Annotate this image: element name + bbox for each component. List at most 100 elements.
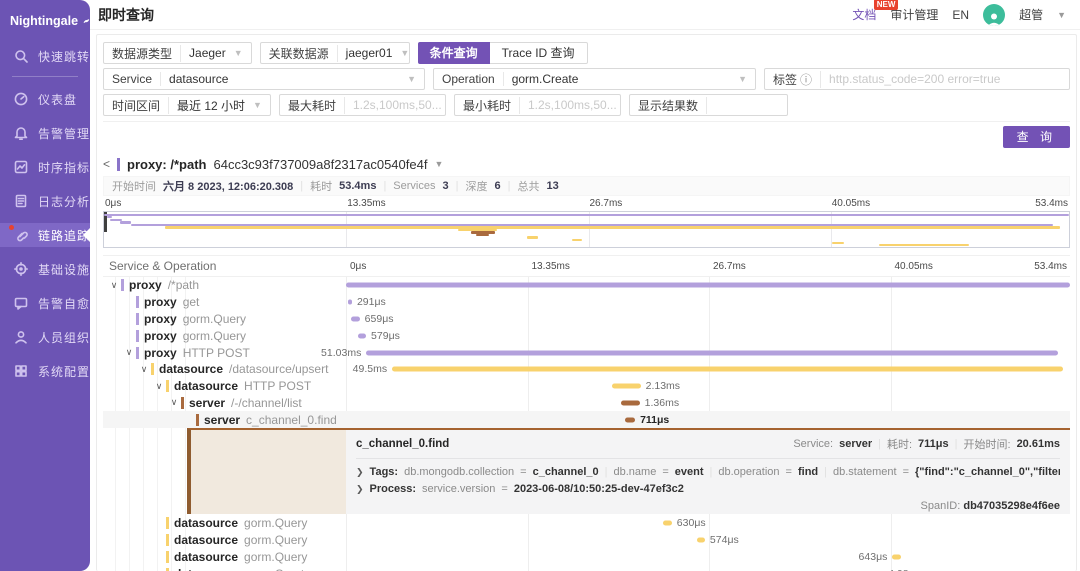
sidebar-item-metric[interactable]: 时序指标 xyxy=(0,155,90,179)
span-duration-bar[interactable] xyxy=(697,537,705,542)
time-range-select[interactable]: 时间区间 最近 12 小时 ▼ xyxy=(103,94,271,116)
sidebar-item-config[interactable]: 系统配置 xyxy=(0,359,90,383)
span-row[interactable]: proxygorm.Query659μs xyxy=(103,311,1070,328)
tag-item: = xyxy=(662,466,668,478)
min-duration-input[interactable]: 最小耗时 1.2s,100ms,50... xyxy=(454,94,621,116)
chevron-down-icon[interactable]: ▼ xyxy=(434,159,443,169)
span-duration-bar[interactable] xyxy=(348,300,352,305)
tree-collapse-icon[interactable]: ∨ xyxy=(137,364,151,375)
span-duration-bar[interactable] xyxy=(625,417,635,422)
result-limit-input[interactable]: 显示结果数 xyxy=(629,94,788,116)
service-color-marker xyxy=(136,296,139,308)
page-title: 即时查询 xyxy=(98,5,154,25)
operation-select[interactable]: Operation gorm.Create ▼ xyxy=(433,68,756,90)
trace-icon xyxy=(13,228,28,243)
chevron-down-icon: ▼ xyxy=(253,100,270,110)
detail-spacer xyxy=(103,428,187,514)
service-select[interactable]: Service datasource ▼ xyxy=(103,68,425,90)
service-color-marker xyxy=(136,347,139,359)
span-duration-label: 643μs xyxy=(859,551,893,563)
span-row[interactable]: datasourcegorm.Create4.98ms xyxy=(103,565,1070,571)
detail-process-row[interactable]: ❯ Process: service.version = 2023-06-08/… xyxy=(356,483,1060,495)
sidebar-item-alert[interactable]: 告警管理 xyxy=(0,121,90,145)
timeline-ticks: 0μs13.35ms26.7ms40.05ms53.4ms xyxy=(346,256,1070,276)
tag-item: c_channel_0 xyxy=(533,466,599,478)
ruler-tick: 13.35ms xyxy=(347,198,385,209)
tag-item: {"find":"c_channel_0","filter":{"account… xyxy=(915,466,1060,478)
tag-input[interactable]: 标签 ⓘ http.status_code=200 error=true xyxy=(764,68,1070,90)
collapse-icon[interactable]: < xyxy=(103,157,110,171)
span-duration-bar[interactable] xyxy=(621,400,639,405)
span-row[interactable]: datasourcegorm.Query630μs xyxy=(103,514,1070,531)
sidebar-item-people[interactable]: 人员组织 xyxy=(0,325,90,349)
filter-bar: 数据源类型 Jaeger ▼ 关联数据源 jaeger01 ▼ 条件查询 Tra… xyxy=(103,35,1070,122)
minimap-span xyxy=(879,244,969,246)
avatar[interactable] xyxy=(983,4,1005,26)
tree-collapse-icon[interactable]: ∨ xyxy=(122,347,136,358)
max-duration-input[interactable]: 最大耗时 1.2s,100ms,50... xyxy=(279,94,446,116)
span-detail-panel: c_channel_0.find Service:server | 耗时:711… xyxy=(103,428,1070,514)
span-duration-label: 2.13ms xyxy=(646,380,680,392)
minimap-span xyxy=(476,234,489,236)
span-row[interactable]: ∨datasourceHTTP POST2.13ms xyxy=(103,378,1070,395)
top-bar: 即时查询 文档 NEW 审计管理 EN 超管 ▼ xyxy=(90,0,1080,30)
tree-collapse-icon[interactable]: ∨ xyxy=(152,381,166,392)
search-icon xyxy=(13,49,28,64)
service-color-marker xyxy=(136,313,139,325)
service-color-marker xyxy=(166,534,169,546)
span-duration-bar[interactable] xyxy=(663,520,672,525)
span-duration-label: 1.36ms xyxy=(645,397,679,409)
tree-collapse-icon[interactable]: ∨ xyxy=(107,280,121,291)
tag-item: db.mongodb.collection xyxy=(404,466,514,478)
docs-link[interactable]: 文档 NEW xyxy=(852,6,876,23)
span-duration-bar[interactable] xyxy=(366,350,1058,355)
tree-collapse-icon[interactable]: ∨ xyxy=(167,397,181,408)
tag-item: find xyxy=(798,466,818,478)
new-badge: NEW xyxy=(874,0,899,10)
role-label[interactable]: 超管 xyxy=(1019,6,1043,23)
sidebar: Nightingale 快速跳转仪表盘告警管理时序指标日志分析链路追踪基础设施告… xyxy=(0,0,90,571)
lang-switch[interactable]: EN xyxy=(952,8,969,22)
span-duration-bar[interactable] xyxy=(892,554,901,559)
tag-item: = xyxy=(520,466,526,478)
query-button[interactable]: 查 询 xyxy=(1003,126,1070,148)
ruler-tick: 53.4ms xyxy=(1035,198,1068,209)
chevron-down-icon: ▼ xyxy=(407,74,424,84)
tag-item: db.operation xyxy=(718,466,779,478)
sidebar-item-infra[interactable]: 基础设施 xyxy=(0,257,90,281)
detail-spanid: SpanID: db47035298e4f6ee xyxy=(356,500,1060,512)
span-duration-bar[interactable] xyxy=(612,384,641,389)
datasource-select[interactable]: 关联数据源 jaeger01 ▼ xyxy=(260,42,410,64)
sidebar-item-trace[interactable]: 链路追踪 xyxy=(0,223,90,247)
sidebar-item-dashboard[interactable]: 仪表盘 xyxy=(0,87,90,111)
detail-content: c_channel_0.find Service:server | 耗时:711… xyxy=(346,428,1070,514)
span-duration-label: 51.03ms xyxy=(321,347,366,359)
span-duration-bar[interactable] xyxy=(351,316,360,321)
tab-traceid-query[interactable]: Trace ID 查询 xyxy=(490,42,588,64)
span-row[interactable]: ∨datasource/datasource/upsert49.5ms xyxy=(103,361,1070,378)
span-row[interactable]: proxygorm.Query579μs xyxy=(103,327,1070,344)
trace-title: proxy: /*path xyxy=(127,157,206,172)
sidebar-item-log[interactable]: 日志分析 xyxy=(0,189,90,213)
span-table-header: Service & Operation 0μs13.35ms26.7ms40.0… xyxy=(103,255,1070,277)
span-row[interactable]: datasourcegorm.Query643μs xyxy=(103,548,1070,565)
detail-tags-row[interactable]: ❯ Tags: db.mongodb.collection=c_channel_… xyxy=(356,466,1060,478)
datasource-type-select[interactable]: 数据源类型 Jaeger ▼ xyxy=(103,42,252,64)
span-duration-bar[interactable] xyxy=(358,333,366,338)
sidebar-item-search[interactable]: 快速跳转 xyxy=(0,44,90,68)
logo-text: Nightingale xyxy=(10,14,78,28)
timeline-tick: 40.05ms xyxy=(895,261,933,272)
span-row[interactable]: ∨proxyHTTP POST51.03ms xyxy=(103,344,1070,361)
trace-minimap[interactable] xyxy=(103,211,1070,248)
span-duration-bar[interactable] xyxy=(392,367,1063,372)
sidebar-item-heal[interactable]: 告警自愈 xyxy=(0,291,90,315)
span-row[interactable]: datasourcegorm.Query574μs xyxy=(103,531,1070,548)
span-duration-bar[interactable] xyxy=(346,283,1070,288)
span-row[interactable]: ∨server/-/channel/list1.36ms xyxy=(103,395,1070,412)
tab-condition-query[interactable]: 条件查询 xyxy=(418,42,490,64)
span-row[interactable]: serverc_channel_0.find711μs xyxy=(103,411,1070,428)
span-row[interactable]: ∨proxy/*path xyxy=(103,277,1070,294)
service-color-marker xyxy=(181,397,184,409)
span-row[interactable]: proxyget291μs xyxy=(103,294,1070,311)
service-color-marker xyxy=(166,517,169,529)
